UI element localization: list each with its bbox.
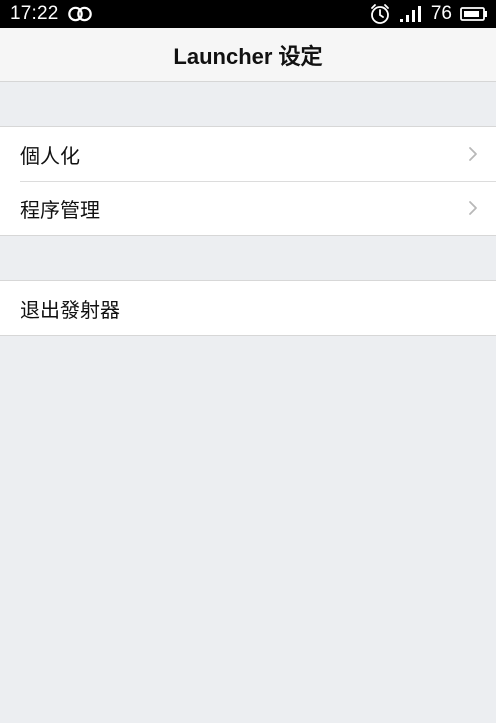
settings-item-app-management[interactable]: 程序管理 [0,181,496,235]
chevron-right-icon [466,144,480,164]
chevron-right-icon [466,198,480,218]
exit-launcher-button[interactable]: 退出發射器 [0,281,496,335]
settings-group-main: 個人化 程序管理 [0,126,496,236]
status-time: 17:22 [10,3,59,24]
settings-group-exit: 退出發射器 [0,280,496,336]
settings-item-label: 程序管理 [20,197,100,222]
header-bar: Launcher 设定 [0,28,496,82]
status-bar-right: 76 [369,3,488,25]
status-bar-left: 17:22 [10,3,93,25]
battery-icon [460,6,488,22]
settings-item-label: 個人化 [20,143,80,168]
alarm-clock-icon [369,3,391,25]
settings-page: 17:22 76 Launcher 设定 個人化 程序管理 退出發射器 [0,0,496,723]
exit-launcher-label: 退出發射器 [20,297,120,322]
link-rings-icon [67,6,93,22]
settings-item-personalization[interactable]: 個人化 [0,127,496,181]
status-bar: 17:22 76 [0,0,496,28]
battery-percent: 76 [430,3,452,24]
signal-icon [399,5,423,23]
page-title: Launcher 设定 [173,43,323,69]
